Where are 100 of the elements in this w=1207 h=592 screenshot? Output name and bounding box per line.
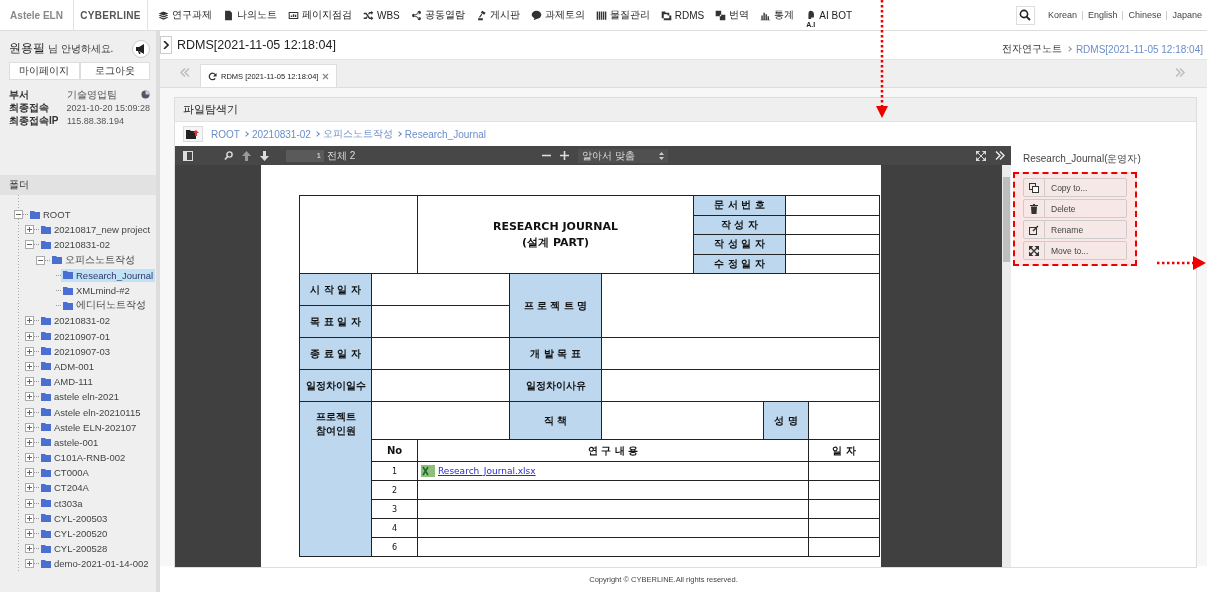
tree-item[interactable]: 20210817_new project [39, 223, 153, 237]
expand-icon[interactable] [25, 407, 34, 417]
tree-item[interactable]: Research_Journal [61, 268, 156, 282]
expand-icon[interactable] [25, 361, 34, 371]
tree-item[interactable]: 에디터노트작성 [61, 298, 148, 314]
share-icon [410, 9, 422, 21]
path-link[interactable]: ROOT [211, 128, 240, 140]
tree-item[interactable]: CYL-200528 [39, 542, 110, 556]
form-label: 시 작 일 자 [299, 273, 372, 306]
language-link[interactable]: Korean [1042, 10, 1082, 20]
expand-icon[interactable] [25, 377, 34, 387]
scrollbar[interactable] [1002, 165, 1011, 567]
expand-icon[interactable] [25, 483, 34, 493]
path-link[interactable]: Research_Journal [404, 128, 486, 140]
expand-icon[interactable] [25, 331, 34, 341]
tree-item[interactable]: 20210907-03 [39, 344, 112, 358]
menu-item[interactable]: 연구과제 [158, 8, 212, 22]
search-icon[interactable] [224, 150, 233, 161]
pie-chart-icon [141, 90, 150, 99]
language-link[interactable]: Chinese [1122, 10, 1167, 20]
megaphone-icon [135, 42, 147, 55]
sidebar-toggle-button[interactable] [160, 36, 172, 54]
tree-item[interactable]: CT204A [39, 481, 91, 495]
collapse-icon[interactable] [36, 255, 45, 265]
language-link[interactable]: English [1081, 10, 1123, 20]
spreadsheet-icon [421, 465, 435, 477]
expand-icon[interactable] [25, 544, 34, 554]
search-button[interactable] [1015, 5, 1035, 25]
menu-item[interactable]: 통계 [760, 8, 795, 22]
menu-item[interactable]: 나의노트 [223, 8, 277, 22]
collapse-icon[interactable] [25, 240, 34, 250]
stack-icon [158, 9, 169, 21]
expand-icon[interactable] [25, 225, 34, 235]
path-link[interactable]: 오피스노트작성 [322, 127, 393, 141]
tree-item[interactable]: Astele eln-20210115 [39, 405, 143, 419]
menu-item[interactable]: 과제토의 [530, 8, 585, 22]
expand-icon[interactable] [25, 513, 34, 523]
menu-item[interactable]: 번역 [715, 8, 750, 22]
breadcrumb-link[interactable]: RDMS[2021-11-05 12:18:04] [1075, 43, 1203, 55]
tree-item[interactable]: astele-001 [39, 435, 101, 449]
expand-icon[interactable] [25, 529, 34, 539]
menu-item[interactable]: RDMS [660, 9, 705, 21]
breadcrumb-link[interactable]: 전자연구노트 [1001, 42, 1062, 56]
action-button[interactable]: Move to... [1023, 241, 1127, 260]
action-button[interactable]: Delete [1023, 199, 1127, 218]
tree-item[interactable]: 20210831-02 [39, 314, 112, 328]
language-link[interactable]: Japane [1166, 10, 1207, 20]
table-cell: 6 [371, 537, 418, 557]
copy-icon [1029, 182, 1039, 193]
chevron-right-icon [163, 41, 169, 49]
tree-item[interactable]: Astele ELN-202107 [39, 420, 139, 434]
tree-item[interactable]: CT000A [39, 466, 91, 480]
menu-item[interactable]: 물질관리 [595, 8, 650, 22]
path-link[interactable]: 20210831-02 [251, 128, 311, 140]
tree-item[interactable]: ROOT [28, 208, 73, 222]
tree-item[interactable]: astele eln-2021 [39, 390, 121, 404]
lamp-icon [475, 9, 487, 21]
menu-item[interactable]: WBS [363, 9, 400, 21]
tree-item[interactable]: 오피스노트작성 [50, 252, 137, 268]
expand-icon[interactable] [25, 437, 34, 447]
tree-item[interactable]: ADM-001 [39, 359, 97, 373]
expand-icon[interactable] [25, 316, 34, 326]
account-button[interactable]: 로그아웃 [79, 62, 150, 80]
menu-item[interactable]: 게시판 [475, 8, 520, 22]
panel-title: 파일탐색기 [183, 102, 238, 117]
sidebar-icon[interactable] [183, 150, 193, 161]
arrow-up-icon[interactable] [242, 150, 251, 161]
tree-item[interactable]: C101A-RNB-002 [39, 451, 128, 465]
fullscreen-icon[interactable] [976, 150, 986, 161]
notice-button[interactable] [132, 39, 150, 58]
expand-icon[interactable] [25, 422, 34, 432]
menu-item[interactable]: 페이지점검 [288, 8, 352, 22]
menu-item[interactable]: 공동열람 [410, 8, 465, 22]
expand-icon[interactable] [25, 392, 34, 402]
upload-button[interactable] [183, 126, 203, 142]
arrow-down-icon[interactable] [260, 150, 269, 161]
zoom-in-icon[interactable] [560, 151, 570, 160]
tree-item[interactable]: CYL-200503 [39, 511, 110, 525]
tree-item[interactable]: 20210907-01 [39, 329, 112, 343]
tree-item[interactable]: demo-2021-01-14-002 [39, 557, 151, 571]
account-button[interactable]: 마이페이지 [9, 62, 80, 80]
expand-icon[interactable] [25, 346, 34, 356]
zoom-select[interactable]: 알아서 맞춤 [578, 148, 668, 163]
expand-icon[interactable] [25, 468, 34, 478]
action-button[interactable]: Rename [1023, 220, 1127, 239]
tree-item[interactable]: XMLmind-#2 [61, 284, 132, 298]
expand-icon[interactable] [25, 559, 34, 569]
tree-item[interactable]: ct303a [39, 496, 85, 510]
form-label: 목 표 일 자 [299, 305, 372, 338]
close-icon[interactable] [322, 72, 330, 80]
expand-icon[interactable] [25, 498, 34, 508]
tree-item[interactable]: AMD-111 [39, 375, 95, 389]
action-button[interactable]: Copy to... [1023, 178, 1127, 197]
file-link[interactable]: Research_Journal.xlsx [438, 466, 536, 476]
tree-item[interactable]: 20210831-02 [39, 238, 112, 252]
expand-icon[interactable] [25, 453, 34, 463]
collapse-icon[interactable] [14, 210, 23, 220]
tree-item[interactable]: CYL-200520 [39, 527, 110, 541]
form-label: 직 책 [509, 401, 602, 440]
form-label: 개 발 목 표 [509, 337, 602, 370]
